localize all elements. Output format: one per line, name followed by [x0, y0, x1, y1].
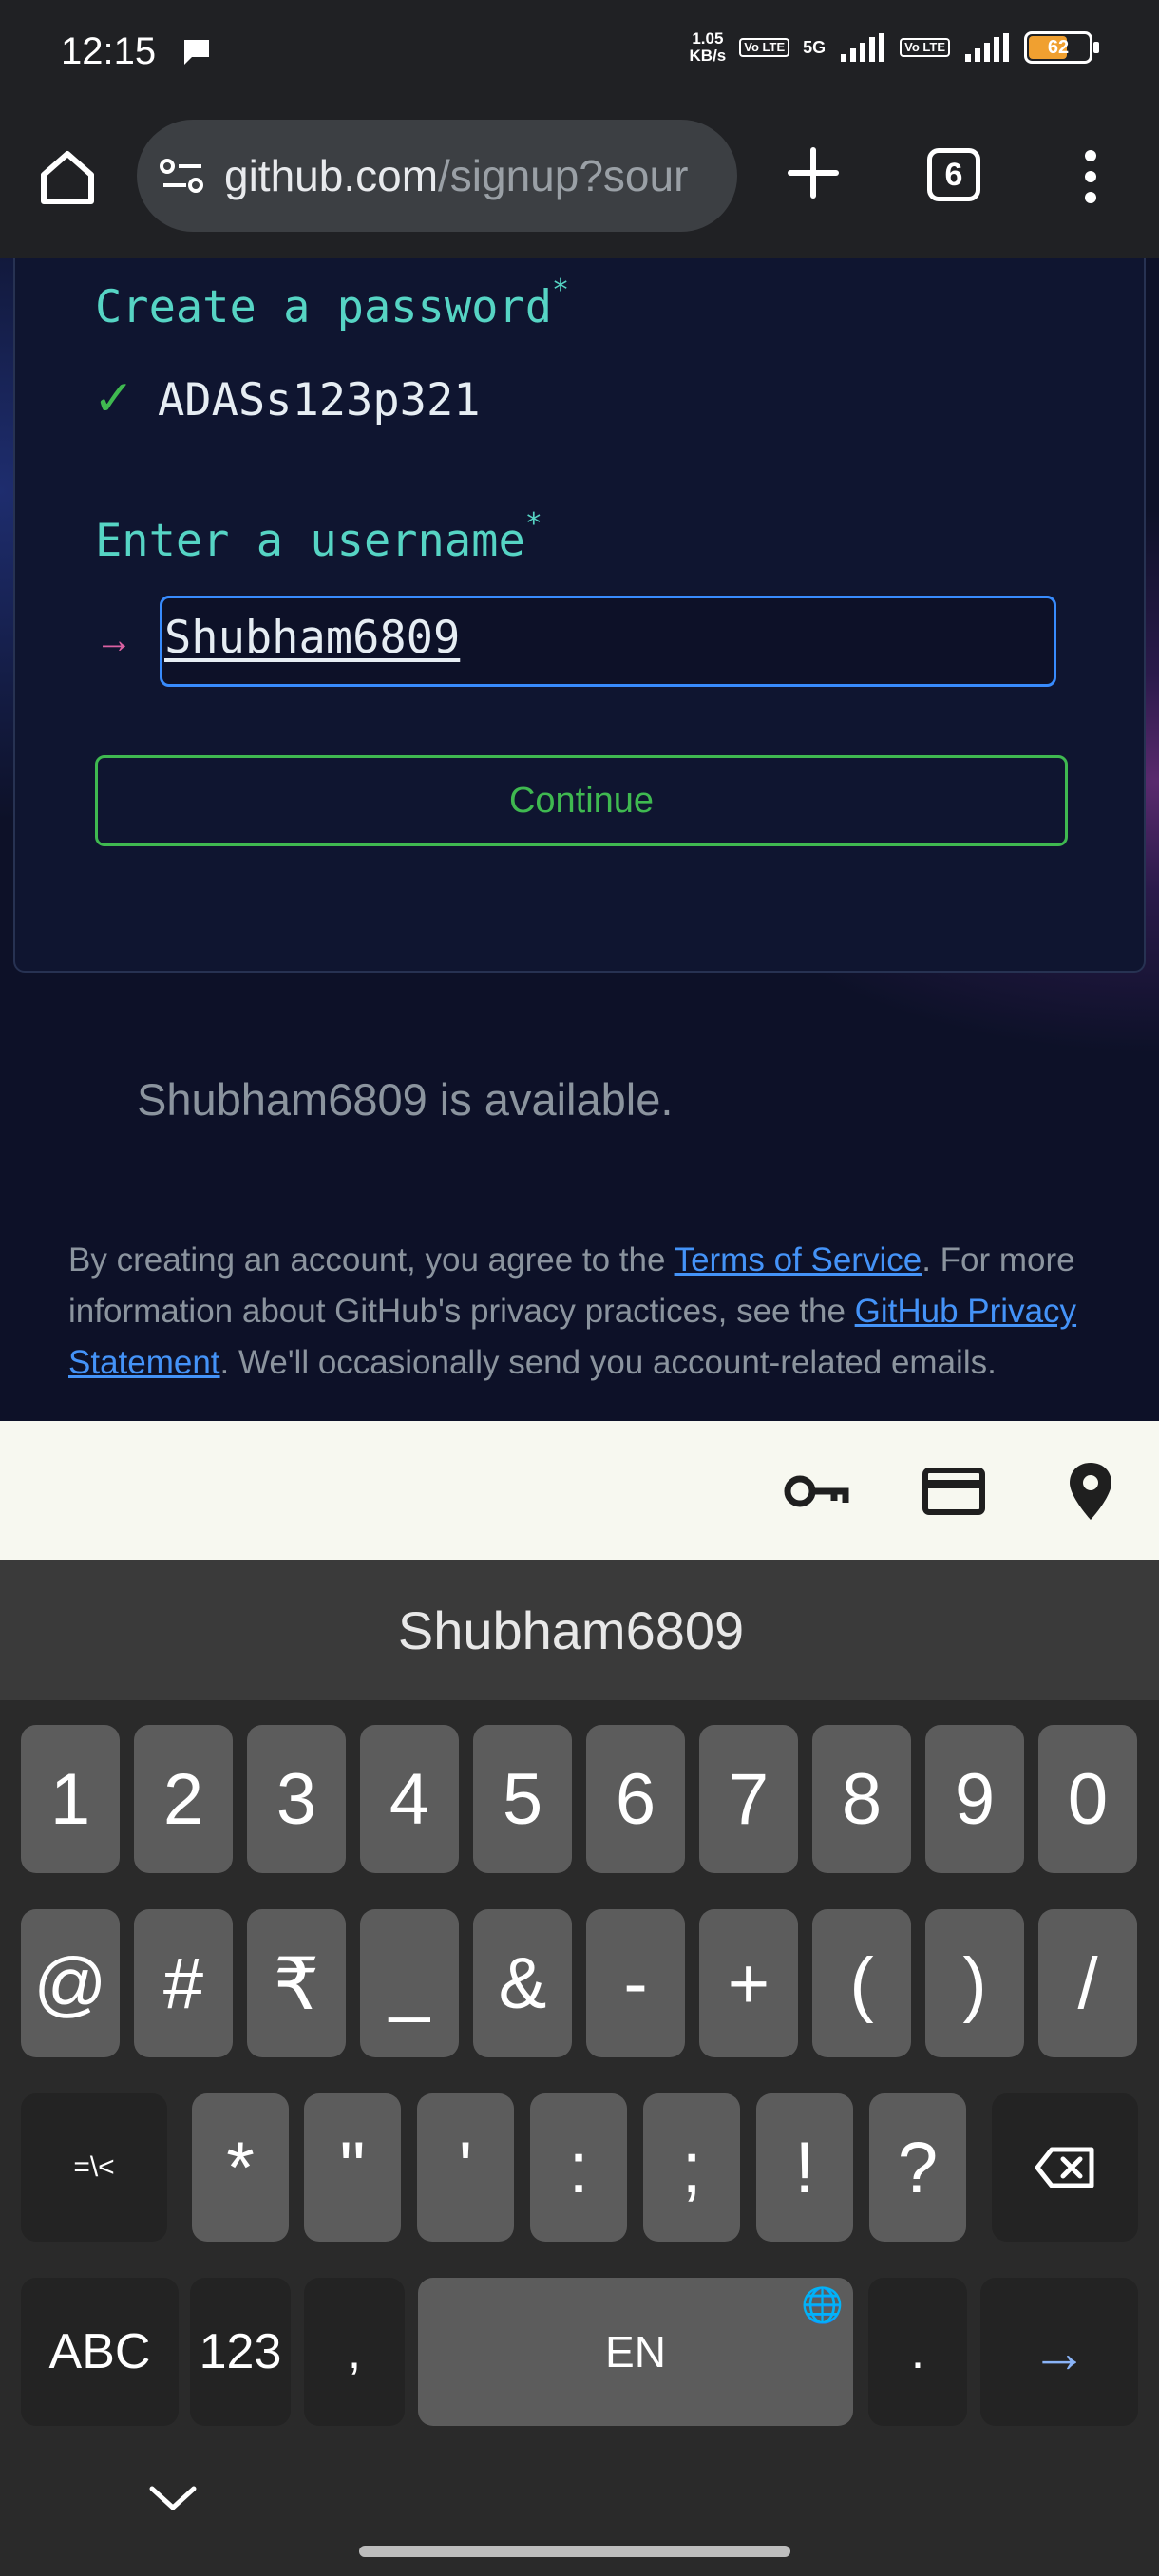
- signal-strength-icon-2: [965, 33, 1009, 62]
- network-speed: 1.05 KB/s: [689, 29, 727, 65]
- key-1[interactable]: 1: [21, 1725, 120, 1873]
- volte-badge-2: Vo LTE: [900, 38, 950, 57]
- username-availability: Shubham6809 is available.: [137, 1074, 674, 1125]
- key-open-paren[interactable]: (: [812, 1909, 911, 2057]
- required-mark: *: [552, 274, 570, 307]
- status-icons: 1.05 KB/s Vo LTE 5G Vo LTE 62: [689, 29, 1099, 65]
- url-bar[interactable]: github.com/signup?sour: [137, 120, 737, 232]
- signal-strength-icon: [841, 33, 885, 62]
- key-9[interactable]: 9: [925, 1725, 1024, 1873]
- backspace-key[interactable]: [992, 2093, 1138, 2242]
- key-question[interactable]: ?: [869, 2093, 966, 2242]
- new-tab-icon[interactable]: [783, 142, 844, 203]
- key-rupee[interactable]: ₹: [247, 1909, 346, 2057]
- key-4[interactable]: 4: [360, 1725, 459, 1873]
- password-value: ADASs123p321: [158, 374, 481, 426]
- battery-icon: 62: [1024, 31, 1099, 64]
- key-icon[interactable]: [783, 1461, 851, 1522]
- key-asterisk[interactable]: *: [192, 2093, 289, 2242]
- chevron-down-icon[interactable]: [144, 2479, 201, 2517]
- suggestion-item[interactable]: Shubham6809: [398, 1600, 744, 1661]
- key-colon[interactable]: :: [530, 2093, 627, 2242]
- status-time: 12:15: [61, 30, 157, 72]
- key-minus[interactable]: -: [586, 1909, 685, 2057]
- space-key[interactable]: EN 🌐: [418, 2278, 853, 2426]
- chat-notification-icon: [184, 40, 209, 65]
- signup-page: Create a password* ✓ ADASs123p321 Enter …: [0, 258, 1159, 1421]
- terms-of-service-link[interactable]: Terms of Service: [674, 1241, 922, 1279]
- username-label: Enter a username*: [95, 507, 542, 567]
- legal-text: By creating an account, you agree to the…: [68, 1241, 1077, 1381]
- key-5[interactable]: 5: [473, 1725, 572, 1873]
- autofill-bar: [0, 1421, 1159, 1560]
- battery-level: 62: [1047, 36, 1070, 58]
- gesture-home-bar[interactable]: [359, 2546, 790, 2557]
- period-key[interactable]: .: [868, 2278, 967, 2426]
- browser-toolbar: github.com/signup?sour 6: [0, 104, 1159, 258]
- key-slash[interactable]: /: [1038, 1909, 1137, 2057]
- key-8[interactable]: 8: [812, 1725, 911, 1873]
- key-0[interactable]: 0: [1038, 1725, 1137, 1873]
- url-text[interactable]: github.com/signup?sour: [224, 150, 688, 201]
- username-input-value: Shubham6809: [164, 612, 461, 664]
- key-hash[interactable]: #: [134, 1909, 233, 2057]
- symbols-page-key[interactable]: =\<: [21, 2093, 167, 2242]
- key-close-paren[interactable]: ): [925, 1909, 1024, 2057]
- key-3[interactable]: 3: [247, 1725, 346, 1873]
- key-6[interactable]: 6: [586, 1725, 685, 1873]
- abc-key[interactable]: ABC: [21, 2278, 179, 2426]
- keyboard-suggestion-bar: Shubham6809: [0, 1560, 1159, 1700]
- location-pin-icon[interactable]: [1056, 1461, 1125, 1522]
- key-7[interactable]: 7: [699, 1725, 798, 1873]
- numeric-key[interactable]: 123: [190, 2278, 291, 2426]
- key-2[interactable]: 2: [134, 1725, 233, 1873]
- more-menu-icon[interactable]: [1072, 146, 1110, 207]
- password-label: Create a password*: [95, 274, 570, 333]
- network-type: 5G: [803, 37, 826, 57]
- comma-key[interactable]: ,: [304, 2278, 405, 2426]
- status-bar: 12:15 1.05 KB/s Vo LTE 5G Vo LTE 62: [0, 0, 1159, 104]
- signup-card: Create a password* ✓ ADASs123p321 Enter …: [13, 258, 1146, 973]
- volte-badge: Vo LTE: [739, 38, 790, 57]
- globe-icon: 🌐: [801, 2285, 844, 2324]
- backspace-icon: [1035, 2147, 1094, 2188]
- credit-card-icon[interactable]: [920, 1461, 988, 1522]
- key-single-quote[interactable]: ': [417, 2093, 514, 2242]
- home-icon[interactable]: [36, 146, 99, 209]
- keyboard: 1 2 3 4 5 6 7 8 9 0 @ # ₹ _ & - + ( ) / …: [0, 1700, 1159, 2576]
- space-language-label: EN: [605, 2327, 666, 2377]
- url-host: github.com: [224, 151, 439, 200]
- tab-switcher-button[interactable]: 6: [927, 148, 980, 201]
- key-plus[interactable]: +: [699, 1909, 798, 2057]
- arrow-icon: →: [95, 619, 133, 661]
- key-underscore[interactable]: _: [360, 1909, 459, 2057]
- enter-key[interactable]: →: [980, 2278, 1138, 2426]
- continue-button[interactable]: Continue: [95, 755, 1068, 846]
- url-path: /signup?sour: [438, 151, 689, 200]
- key-exclamation[interactable]: !: [756, 2093, 853, 2242]
- required-mark: *: [524, 507, 542, 540]
- key-at[interactable]: @: [21, 1909, 120, 2057]
- key-ampersand[interactable]: &: [473, 1909, 572, 2057]
- key-semicolon[interactable]: ;: [643, 2093, 740, 2242]
- username-input[interactable]: Shubham6809: [160, 596, 1056, 687]
- checkmark-icon: ✓: [93, 371, 135, 426]
- key-double-quote[interactable]: ": [304, 2093, 401, 2242]
- site-settings-icon[interactable]: [160, 157, 205, 195]
